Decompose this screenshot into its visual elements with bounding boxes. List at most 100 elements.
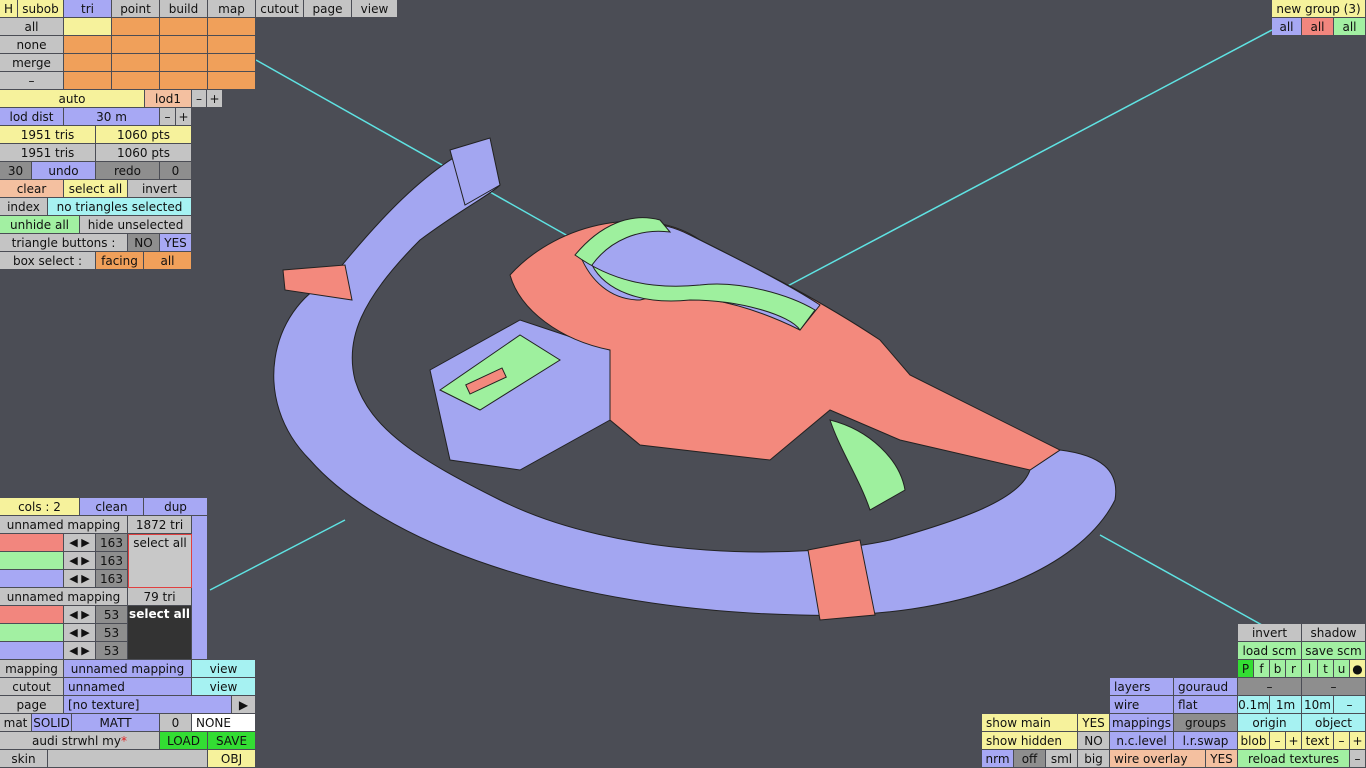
hide-unselected-button[interactable]: hide unselected — [80, 216, 192, 234]
reload-minus-button[interactable]: – — [1350, 750, 1366, 768]
box-select-all-button[interactable]: all — [144, 252, 192, 270]
load-button[interactable]: LOAD — [160, 732, 208, 750]
redo-button[interactable]: redo — [96, 162, 160, 180]
clean-button[interactable]: clean — [80, 498, 144, 516]
mapping-1-green-slider[interactable] — [0, 552, 64, 570]
tab-cutout[interactable]: cutout — [256, 0, 304, 18]
mappings-button[interactable]: mappings — [1110, 714, 1174, 732]
view-f-button[interactable]: f — [1254, 660, 1270, 678]
view-l-button[interactable]: l — [1302, 660, 1318, 678]
select-all-button[interactable]: all — [0, 18, 64, 36]
shadow-button[interactable]: shadow — [1302, 624, 1366, 642]
grid-cell[interactable] — [112, 54, 160, 72]
lr-swap-button[interactable]: l.r.swap — [1174, 732, 1238, 750]
view-p-button[interactable]: P — [1238, 660, 1254, 678]
blob-plus-button[interactable]: + — [1286, 732, 1302, 750]
mapping-2-red-slider[interactable] — [0, 606, 64, 624]
flat-button[interactable]: flat — [1174, 696, 1238, 714]
show-hidden-no[interactable]: NO — [1078, 732, 1110, 750]
lod-dist-value[interactable]: 30 m — [64, 108, 160, 126]
minus-button[interactable]: – — [0, 72, 64, 90]
mapping-2-select-all[interactable]: select all — [128, 606, 192, 660]
load-scm-button[interactable]: load scm — [1238, 642, 1302, 660]
h-button[interactable]: H — [0, 0, 18, 18]
reload-textures-button[interactable]: reload textures — [1238, 750, 1350, 768]
arrows-icon[interactable]: ◀ ▶ — [64, 606, 96, 624]
invert-button[interactable]: invert — [128, 180, 192, 198]
view-r-button[interactable]: r — [1286, 660, 1302, 678]
grid-cell[interactable] — [160, 54, 208, 72]
tab-page[interactable]: page — [304, 0, 352, 18]
mapping-1-select-all[interactable]: select all — [128, 534, 192, 588]
grid-1m-button[interactable]: 1m — [1270, 696, 1302, 714]
minus-button-1[interactable]: – — [1238, 678, 1302, 696]
grid-cell[interactable] — [64, 18, 112, 36]
mapping-value[interactable]: unnamed mapping — [64, 660, 192, 678]
grid-cell[interactable] — [160, 72, 208, 90]
mapping-1-blue-slider[interactable] — [0, 570, 64, 588]
tri-buttons-no[interactable]: NO — [128, 234, 160, 252]
play-icon[interactable]: ▶ — [232, 696, 256, 714]
mat-none[interactable]: NONE — [192, 714, 256, 732]
off-button[interactable]: off — [1014, 750, 1046, 768]
mapping-1-red-slider[interactable] — [0, 534, 64, 552]
grid-cell[interactable] — [112, 36, 160, 54]
view-b-button[interactable]: b — [1270, 660, 1286, 678]
group-all-red[interactable]: all — [1302, 18, 1334, 36]
layers-button[interactable]: layers — [1110, 678, 1174, 696]
grid-cell[interactable] — [208, 54, 256, 72]
lod-minus-button[interactable]: – — [192, 90, 207, 108]
grid-cell[interactable] — [208, 18, 256, 36]
sml-button[interactable]: sml — [1046, 750, 1078, 768]
gouraud-button[interactable]: gouraud — [1174, 678, 1238, 696]
select-none-button[interactable]: none — [0, 36, 64, 54]
tab-point[interactable]: point — [112, 0, 160, 18]
clear-button[interactable]: clear — [0, 180, 64, 198]
facing-button[interactable]: facing — [96, 252, 144, 270]
big-button[interactable]: big — [1078, 750, 1110, 768]
grid-cell[interactable] — [64, 72, 112, 90]
blob-minus-button[interactable]: – — [1270, 732, 1286, 750]
object-button[interactable]: object — [1302, 714, 1366, 732]
view-u-button[interactable]: u — [1334, 660, 1350, 678]
undo-button[interactable]: undo — [32, 162, 96, 180]
skin-value[interactable] — [48, 750, 208, 768]
mapping-2-green-slider[interactable] — [0, 624, 64, 642]
grid-cell[interactable] — [160, 18, 208, 36]
grid-0.1m-button[interactable]: 0.1m — [1238, 696, 1270, 714]
view-t-button[interactable]: t — [1318, 660, 1334, 678]
mapping-scrollbar[interactable] — [192, 516, 208, 660]
text-minus-button[interactable]: – — [1334, 732, 1350, 750]
wire-button[interactable]: wire — [1110, 696, 1174, 714]
new-group-button[interactable]: new group (3) — [1272, 0, 1366, 18]
group-all-blue[interactable]: all — [1272, 18, 1302, 36]
grid-cell[interactable] — [112, 18, 160, 36]
cutout-view-button[interactable]: view — [192, 678, 256, 696]
file-name[interactable]: audi strwhl my* — [0, 732, 160, 750]
dot-icon[interactable]: ● — [1350, 660, 1366, 678]
tab-subob[interactable]: subob — [18, 0, 64, 18]
mapping-1-name[interactable]: unnamed mapping — [0, 516, 128, 534]
grid-cell[interactable] — [208, 36, 256, 54]
text-plus-button[interactable]: + — [1350, 732, 1366, 750]
steering-wheel-model[interactable] — [273, 137, 1117, 621]
arrows-icon[interactable]: ◀ ▶ — [64, 552, 96, 570]
nc-level-button[interactable]: n.c.level — [1110, 732, 1174, 750]
grid-10m-button[interactable]: 10m — [1302, 696, 1334, 714]
lod-level[interactable]: lod1 — [145, 90, 192, 108]
groups-button[interactable]: groups — [1174, 714, 1238, 732]
lod-dist-minus-button[interactable]: – — [160, 108, 176, 126]
tab-view[interactable]: view — [352, 0, 398, 18]
lod-auto-button[interactable]: auto — [0, 90, 145, 108]
dup-button[interactable]: dup — [144, 498, 208, 516]
skin-button[interactable]: skin — [0, 750, 48, 768]
wire-overlay-yes[interactable]: YES — [1206, 750, 1238, 768]
grid-cell[interactable] — [64, 54, 112, 72]
tab-tri[interactable]: tri — [64, 0, 112, 18]
page-value[interactable]: [no texture] — [64, 696, 232, 714]
solid-button[interactable]: SOLID — [32, 714, 72, 732]
arrows-icon[interactable]: ◀ ▶ — [64, 642, 96, 660]
unhide-all-button[interactable]: unhide all — [0, 216, 80, 234]
origin-button[interactable]: origin — [1238, 714, 1302, 732]
mapping-2-blue-slider[interactable] — [0, 642, 64, 660]
